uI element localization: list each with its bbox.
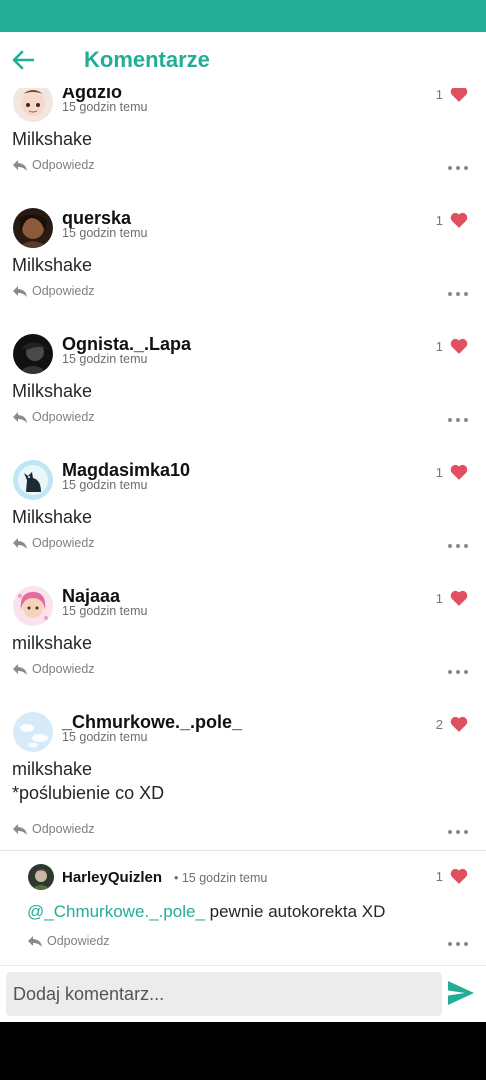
more-dots-icon <box>448 942 452 946</box>
comment-input-bar <box>0 965 486 1022</box>
reply-label: Odpowiedz <box>32 284 95 298</box>
avatar[interactable] <box>13 460 53 500</box>
more-options-button[interactable] <box>448 828 468 836</box>
reply-arrow-icon <box>13 159 27 171</box>
reply-button[interactable]: Odpowiedz <box>13 662 95 676</box>
reply-arrow-icon <box>28 935 42 947</box>
like-count: 1 <box>435 464 443 480</box>
comment-text: milkshake *poślubienie co XD <box>12 759 165 803</box>
send-icon <box>448 981 474 1005</box>
comment-timestamp: 15 godzin temu <box>62 352 148 366</box>
like-count: 1 <box>435 88 443 102</box>
comment-timestamp: 15 godzin temu <box>62 100 148 114</box>
comment-text: Milkshake <box>12 255 93 275</box>
like-button[interactable]: 1 <box>436 868 468 884</box>
reply-arrow-icon <box>13 285 27 297</box>
reply-label: Odpowiedz <box>32 822 95 836</box>
comment-text: Milkshake <box>12 129 93 149</box>
comment-item: Agdzio 15 godzin temu 1 Milkshake Odpowi… <box>0 88 486 208</box>
reply-button[interactable]: Odpowiedz <box>13 410 95 424</box>
reply-item: HarleyQuizlen • 15 godzin temu 1 @_Chmur… <box>0 864 486 954</box>
reply-arrow-icon <box>13 823 27 835</box>
comment-item: querska 15 godzin temu 1 Milkshake Odpow… <box>0 208 486 334</box>
reply-label: Odpowiedz <box>47 934 110 948</box>
like-button[interactable]: 1 <box>436 590 468 606</box>
avatar[interactable] <box>13 334 53 374</box>
avatar[interactable] <box>13 586 53 626</box>
more-dots-icon <box>448 292 452 296</box>
reply-body: pewnie autokorekta XD <box>204 902 386 921</box>
comment-timestamp: 15 godzin temu <box>62 478 148 492</box>
like-button[interactable]: 1 <box>436 338 468 354</box>
back-button[interactable] <box>12 32 62 88</box>
reply-button[interactable]: Odpowiedz <box>13 158 95 172</box>
like-button[interactable]: 1 <box>436 88 468 102</box>
reply-arrow-icon <box>13 663 27 675</box>
comment-timestamp: 15 godzin temu <box>62 226 148 240</box>
comment-text: milkshake <box>12 633 93 653</box>
navigation-bar <box>0 1022 486 1080</box>
more-dots-icon <box>448 670 452 674</box>
reply-button[interactable]: Odpowiedz <box>13 536 95 550</box>
avatar[interactable] <box>13 88 53 122</box>
comment-timestamp: 15 godzin temu <box>62 730 148 744</box>
like-count: 1 <box>435 338 443 354</box>
reply-text: @_Chmurkowe._.pole_ pewnie autokorekta X… <box>27 902 385 922</box>
reply-label: Odpowiedz <box>32 410 95 424</box>
back-arrow-icon <box>12 50 34 70</box>
app-bar: Komentarze <box>0 32 486 88</box>
comment-item: Ognista._.Lapa 15 godzin temu 1 Milkshak… <box>0 334 486 460</box>
more-dots-icon <box>448 830 452 834</box>
comment-timestamp: 15 godzin temu <box>62 604 148 618</box>
comment-item: Magdasimka10 15 godzin temu 1 Milkshake … <box>0 460 486 586</box>
reply-arrow-icon <box>13 537 27 549</box>
more-dots-icon <box>448 166 452 170</box>
comment-item: _Chmurkowe._.pole_ 15 godzin temu 2 milk… <box>0 712 486 852</box>
mention-link[interactable]: @_Chmurkowe._.pole_ <box>27 902 205 921</box>
like-count: 2 <box>435 716 443 732</box>
heart-icon <box>450 212 468 228</box>
avatar[interactable] <box>13 712 53 752</box>
more-options-button[interactable] <box>448 290 468 298</box>
like-count: 1 <box>435 212 443 228</box>
comment-text: Milkshake <box>12 507 93 527</box>
reply-label: Odpowiedz <box>32 158 95 172</box>
reply-username[interactable]: HarleyQuizlen <box>62 869 162 886</box>
heart-icon <box>450 590 468 606</box>
like-count: 1 <box>435 590 443 606</box>
reply-arrow-icon <box>13 411 27 423</box>
more-options-button[interactable] <box>448 668 468 676</box>
heart-icon <box>450 88 468 102</box>
more-options-button[interactable] <box>448 416 468 424</box>
comment-input[interactable] <box>6 972 442 1016</box>
more-dots-icon <box>448 418 452 422</box>
reply-timestamp: • 15 godzin temu <box>174 871 268 885</box>
more-options-button[interactable] <box>448 542 468 550</box>
like-button[interactable]: 2 <box>436 716 468 732</box>
reply-button[interactable]: Odpowiedz <box>28 934 110 948</box>
heart-icon <box>450 338 468 354</box>
more-options-button[interactable] <box>448 164 468 172</box>
avatar[interactable] <box>28 864 54 890</box>
more-dots-icon <box>448 544 452 548</box>
avatar[interactable] <box>13 208 53 248</box>
send-button[interactable] <box>446 980 476 1008</box>
more-options-button[interactable] <box>448 940 468 948</box>
heart-icon <box>450 464 468 480</box>
heart-icon <box>450 868 468 884</box>
heart-icon <box>450 716 468 732</box>
reply-label: Odpowiedz <box>32 662 95 676</box>
comment-text: Milkshake <box>12 381 93 401</box>
reply-button[interactable]: Odpowiedz <box>13 284 95 298</box>
comment-list[interactable]: Agdzio 15 godzin temu 1 Milkshake Odpowi… <box>0 88 486 965</box>
status-bar <box>0 0 486 32</box>
page-title: Komentarze <box>84 47 210 72</box>
like-count: 1 <box>435 868 443 884</box>
like-button[interactable]: 1 <box>436 464 468 480</box>
reply-label: Odpowiedz <box>32 536 95 550</box>
divider <box>0 850 486 851</box>
like-button[interactable]: 1 <box>436 212 468 228</box>
comment-item: Najaaa 15 godzin temu 1 milkshake Odpowi… <box>0 586 486 712</box>
reply-button[interactable]: Odpowiedz <box>13 822 95 836</box>
